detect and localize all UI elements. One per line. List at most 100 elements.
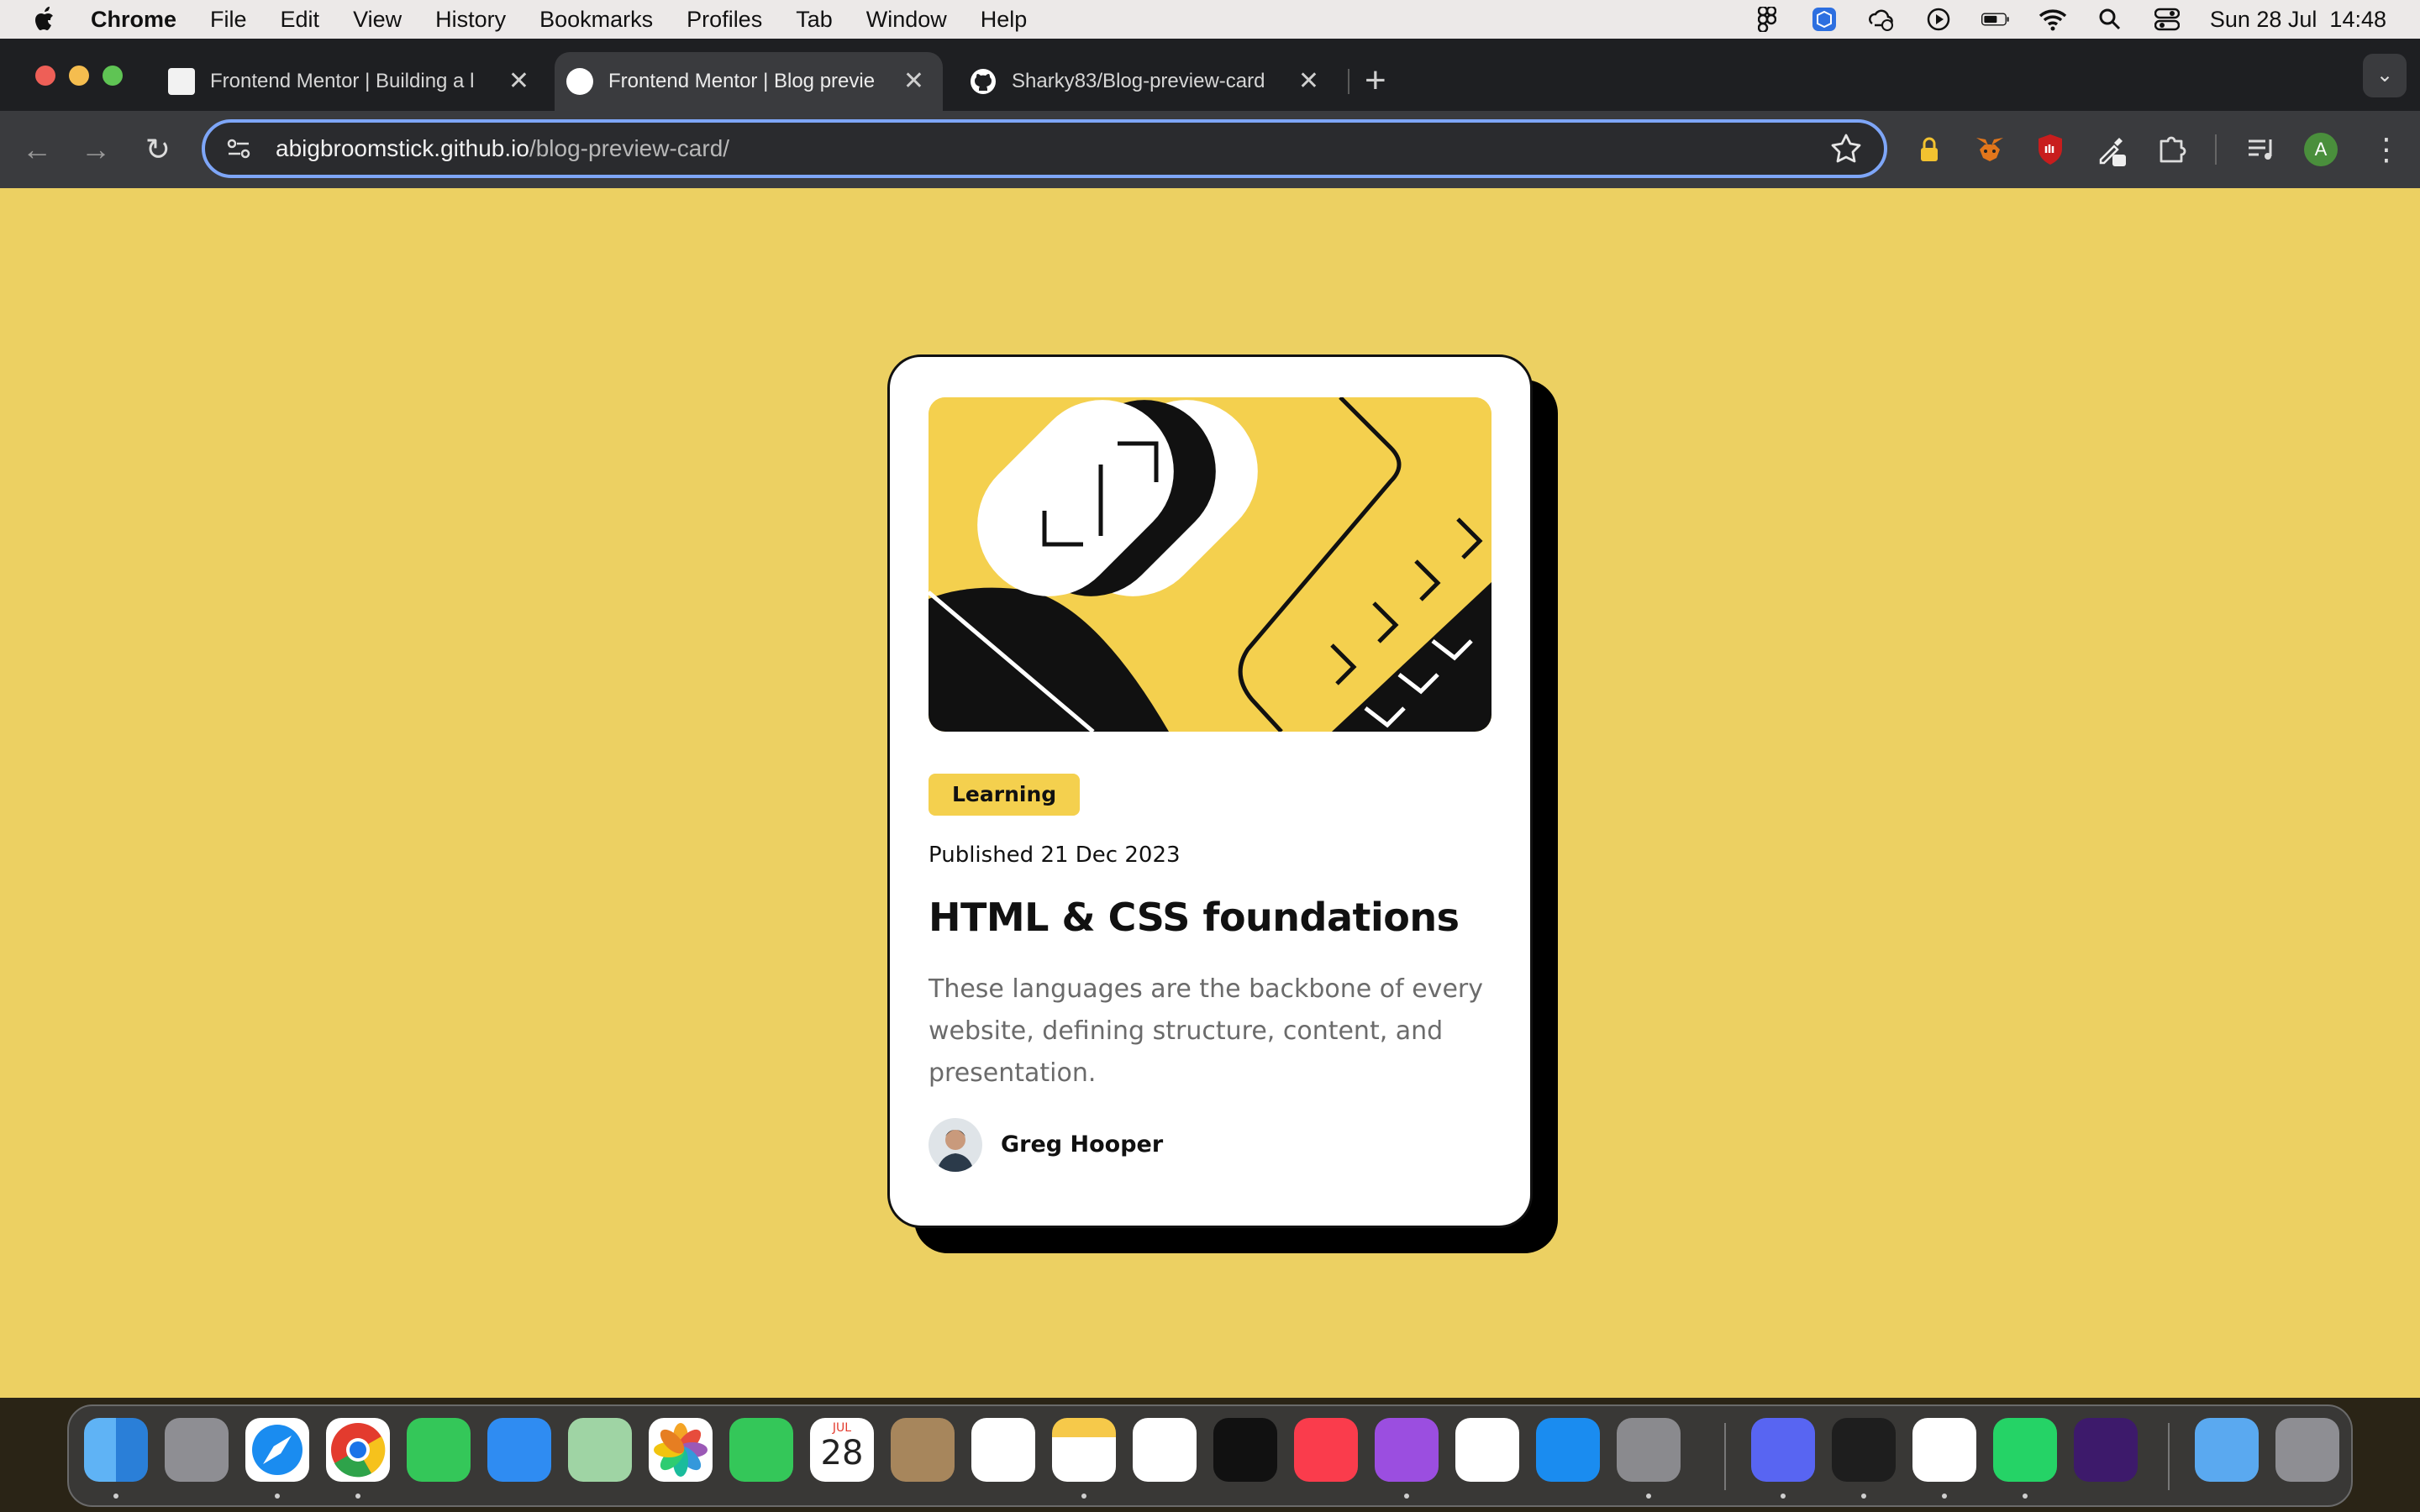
menu-bar: Chrome File Edit View History Bookmarks … [0, 0, 2420, 39]
url-path: /blog-preview-card/ [529, 135, 730, 161]
card-title[interactable]: HTML & CSS foundations [929, 895, 1460, 940]
metamask-fox-icon[interactable] [1971, 131, 2008, 168]
eyedropper-extension-icon[interactable] [2092, 131, 2129, 168]
menu-bookmarks[interactable]: Bookmarks [539, 7, 653, 33]
reload-icon[interactable]: ↻ [138, 129, 178, 170]
contacts-icon[interactable] [891, 1418, 955, 1482]
system-settings-icon[interactable] [1617, 1418, 1681, 1482]
messages-icon[interactable] [407, 1418, 471, 1482]
frontend-mentor-favicon [566, 68, 593, 95]
menu-help[interactable]: Help [981, 7, 1028, 33]
tab-title: Frontend Mentor | Blog previe [608, 70, 876, 92]
control-center-icon[interactable] [2153, 7, 2181, 32]
tab-title: Sharky83/Blog-preview-card [1012, 70, 1265, 92]
page-viewport: Learning Published 21 Dec 2023 HTML & CS… [0, 188, 2420, 1398]
tab-separator [1348, 69, 1349, 94]
appletv-icon[interactable] [1213, 1418, 1277, 1482]
appstore-icon[interactable] [1536, 1418, 1600, 1482]
tab-close-icon[interactable]: ✕ [903, 69, 924, 94]
launchpad-icon[interactable] [165, 1418, 229, 1482]
chrome-icon[interactable] [326, 1418, 390, 1482]
menu-edit[interactable]: Edit [281, 7, 320, 33]
maps-icon[interactable] [568, 1418, 632, 1482]
address-url[interactable]: abigbroomstick.github.io/blog-preview-ca… [276, 135, 729, 162]
figma-status-icon[interactable] [1753, 7, 1781, 32]
calendar-icon[interactable]: JUL 28 [810, 1418, 874, 1482]
vscode-icon[interactable] [1912, 1418, 1976, 1482]
play-status-icon[interactable] [1924, 7, 1953, 32]
tab-close-icon[interactable]: ✕ [1298, 69, 1319, 94]
window-maximize-button[interactable] [103, 66, 123, 86]
mail-icon[interactable] [487, 1418, 551, 1482]
window-close-button[interactable] [35, 66, 55, 86]
running-indicator [113, 1494, 118, 1499]
running-indicator [1942, 1494, 1947, 1499]
tab-search-chevron-icon[interactable]: ⌄ [2363, 54, 2407, 97]
downloads-folder-icon[interactable] [2195, 1418, 2259, 1482]
toolbar-separator [2215, 134, 2217, 165]
menu-window[interactable]: Window [866, 7, 947, 33]
window-minimize-button[interactable] [69, 66, 89, 86]
wifi-icon[interactable] [2039, 7, 2067, 32]
chrome-menu-kebab-icon[interactable]: ⋮ [2371, 131, 2402, 168]
ublock-shield-icon[interactable] [2032, 131, 2069, 168]
browser-toolbar: ← → ↻ abigbroomstick.github.io/blog-prev… [0, 111, 2420, 188]
battery-icon[interactable] [1981, 7, 2010, 32]
discord-icon[interactable] [1751, 1418, 1815, 1482]
category-tag: Learning [929, 774, 1081, 816]
published-date: Published 21 Dec 2023 [929, 843, 1181, 868]
dock-separator [1724, 1423, 1726, 1490]
blog-preview-card[interactable]: Learning Published 21 Dec 2023 HTML & CS… [887, 354, 1533, 1228]
notes-icon[interactable] [1052, 1418, 1116, 1482]
freeform-icon[interactable] [1133, 1418, 1197, 1482]
menu-tab[interactable]: Tab [796, 7, 833, 33]
new-tab-plus-icon[interactable]: + [1365, 55, 1386, 106]
finder-icon[interactable] [84, 1418, 148, 1482]
podcasts-icon[interactable] [1375, 1418, 1439, 1482]
tor-browser-icon[interactable] [2074, 1418, 2138, 1482]
forward-arrow-icon[interactable]: → [76, 129, 116, 170]
cube-status-icon[interactable] [1810, 7, 1839, 32]
tab-blog-preview[interactable]: Frontend Mentor | Blog previe ✕ [555, 52, 943, 111]
facetime-icon[interactable] [729, 1418, 793, 1482]
address-bar[interactable]: abigbroomstick.github.io/blog-preview-ca… [202, 119, 1887, 178]
menu-profiles[interactable]: Profiles [687, 7, 762, 33]
frontend-mentor-favicon [168, 68, 195, 95]
author-avatar [929, 1118, 982, 1172]
running-indicator [1081, 1494, 1086, 1499]
card-description: These languages are the backbone of ever… [929, 974, 1483, 1088]
figma-icon[interactable] [1832, 1418, 1896, 1482]
music-icon[interactable] [1294, 1418, 1358, 1482]
menu-app-name[interactable]: Chrome [91, 7, 176, 33]
site-settings-icon[interactable] [222, 132, 255, 165]
lock-extension-icon[interactable] [1911, 131, 1948, 168]
menu-file[interactable]: File [210, 7, 247, 33]
bookmark-star-icon[interactable] [1830, 133, 1862, 165]
reminders-icon[interactable] [971, 1418, 1035, 1482]
tab-title: Frontend Mentor | Building a l [210, 70, 475, 92]
menu-view[interactable]: View [353, 7, 402, 33]
news-icon[interactable] [1455, 1418, 1519, 1482]
spotlight-search-icon[interactable] [2096, 7, 2124, 32]
whatsapp-icon[interactable] [1993, 1418, 2057, 1482]
tab-close-icon[interactable]: ✕ [508, 69, 529, 94]
trash-icon[interactable] [2275, 1418, 2339, 1482]
photos-icon[interactable] [649, 1418, 713, 1482]
dock-separator [2168, 1423, 2170, 1490]
tab-github-repo[interactable]: Sharky83/Blog-preview-card ✕ [958, 52, 1338, 111]
running-indicator [1646, 1494, 1651, 1499]
menu-history[interactable]: History [435, 7, 506, 33]
extensions-puzzle-icon[interactable] [2153, 131, 2190, 168]
media-playlist-icon[interactable] [2244, 131, 2281, 168]
tab-frontend-mentor-building[interactable]: Frontend Mentor | Building a l ✕ [156, 52, 548, 111]
safari-icon[interactable] [245, 1418, 309, 1482]
running-indicator [355, 1494, 360, 1499]
back-arrow-icon[interactable]: ← [17, 129, 57, 170]
browser-tab-strip: Frontend Mentor | Building a l ✕ Fronten… [0, 39, 2420, 111]
menu-clock[interactable]: Sun 28 Jul 14:48 [2210, 7, 2386, 33]
weather-status-icon[interactable] [1867, 7, 1896, 32]
running-indicator [1861, 1494, 1866, 1499]
profile-avatar[interactable]: A [2304, 133, 2338, 166]
apple-icon[interactable] [34, 6, 57, 33]
github-icon [971, 69, 996, 94]
